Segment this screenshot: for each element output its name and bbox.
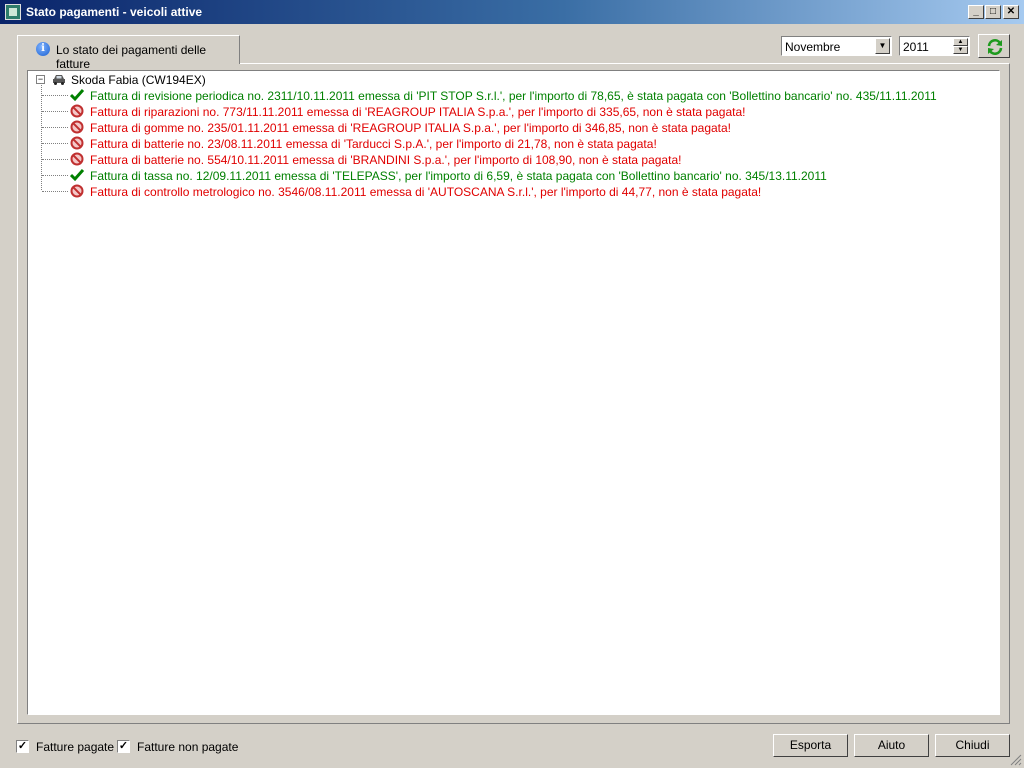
tree-item-invoice[interactable]: Fattura di batterie no. 554/10.11.2011 e…: [28, 151, 988, 167]
paid-invoices-label[interactable]: Fatture pagate: [36, 740, 114, 754]
tree-connector: [42, 159, 68, 160]
resize-grip-icon[interactable]: [1010, 754, 1022, 766]
tree-item-invoice[interactable]: Fattura di revisione periodica no. 2311/…: [28, 87, 988, 103]
tree-item-invoice[interactable]: Fattura di batterie no. 23/08.11.2011 em…: [28, 135, 988, 151]
car-icon: [53, 75, 65, 85]
tree-connector: [42, 127, 68, 128]
export-button[interactable]: Esporta: [773, 734, 848, 757]
unpaid-invoices-checkbox[interactable]: ✓: [117, 740, 130, 753]
vehicle-label: Skoda Fabia (CW194EX): [71, 73, 206, 87]
invoice-text: Fattura di controllo metrologico no. 354…: [90, 185, 762, 199]
tree-connector: [42, 143, 68, 144]
minimize-button[interactable]: _: [968, 5, 984, 19]
invoice-text: Fattura di batterie no. 23/08.11.2011 em…: [90, 137, 657, 151]
refresh-icon: [987, 39, 1003, 55]
payments-tree[interactable]: − Skoda Fabia (CW194EX) Fattura di revis…: [27, 70, 1000, 715]
close-button[interactable]: Chiudi: [935, 734, 1010, 757]
tree-connector: [42, 175, 68, 176]
window-title: Stato pagamenti - veicoli attive: [26, 5, 203, 19]
invoice-text: Fattura di tassa no. 12/09.11.2011 emess…: [90, 169, 827, 183]
month-select[interactable]: Novembre ▼: [781, 36, 892, 56]
year-stepper[interactable]: 2011 ▲ ▼: [899, 36, 970, 56]
invoice-text: Fattura di revisione periodica no. 2311/…: [90, 89, 937, 103]
tab-label: Lo stato dei pagamenti delle fatture: [56, 43, 207, 71]
invoice-text: Fattura di gomme no. 235/01.11.2011 emes…: [90, 121, 732, 135]
not-paid-icon: [70, 152, 84, 166]
year-value: 2011: [903, 40, 929, 54]
not-paid-icon: [70, 120, 84, 134]
invoice-text: Fattura di riparazioni no. 773/11.11.201…: [90, 105, 746, 119]
check-icon: ✓: [17, 740, 28, 752]
tree-connector: [42, 111, 68, 112]
tree-item-invoice[interactable]: Fattura di tassa no. 12/09.11.2011 emess…: [28, 167, 988, 183]
spin-up-icon[interactable]: ▲: [953, 38, 968, 46]
chevron-down-icon[interactable]: ▼: [875, 38, 890, 54]
refresh-button[interactable]: [978, 34, 1010, 58]
help-button[interactable]: Aiuto: [854, 734, 929, 757]
month-value: Novembre: [785, 40, 841, 54]
check-mark-icon: [70, 89, 84, 102]
tree-connector: [42, 191, 68, 192]
invoice-text: Fattura di batterie no. 554/10.11.2011 e…: [90, 153, 682, 167]
spin-down-icon[interactable]: ▼: [953, 46, 968, 54]
tree-root-vehicle[interactable]: − Skoda Fabia (CW194EX): [28, 71, 428, 87]
title-bar[interactable]: Stato pagamenti - veicoli attive _ □ ✕: [0, 0, 1024, 24]
tree-item-invoice[interactable]: Fattura di gomme no. 235/01.11.2011 emes…: [28, 119, 988, 135]
paid-invoices-checkbox[interactable]: ✓: [16, 740, 29, 753]
tree-item-invoice[interactable]: Fattura di riparazioni no. 773/11.11.201…: [28, 103, 988, 119]
info-icon: i: [36, 42, 50, 56]
tree-connector: [42, 95, 68, 96]
tab-payment-status[interactable]: i Lo stato dei pagamenti delle fatture: [17, 35, 240, 71]
check-icon: ✓: [118, 740, 129, 752]
collapse-toggle[interactable]: −: [36, 75, 45, 84]
close-window-button[interactable]: ✕: [1003, 5, 1019, 19]
unpaid-invoices-label[interactable]: Fatture non pagate: [137, 740, 238, 754]
not-paid-icon: [70, 184, 84, 198]
tree-item-invoice[interactable]: Fattura di controllo metrologico no. 354…: [28, 183, 988, 199]
maximize-button[interactable]: □: [985, 5, 1001, 19]
app-icon: [5, 4, 21, 20]
not-paid-icon: [70, 104, 84, 118]
check-mark-icon: [70, 169, 84, 182]
not-paid-icon: [70, 136, 84, 150]
